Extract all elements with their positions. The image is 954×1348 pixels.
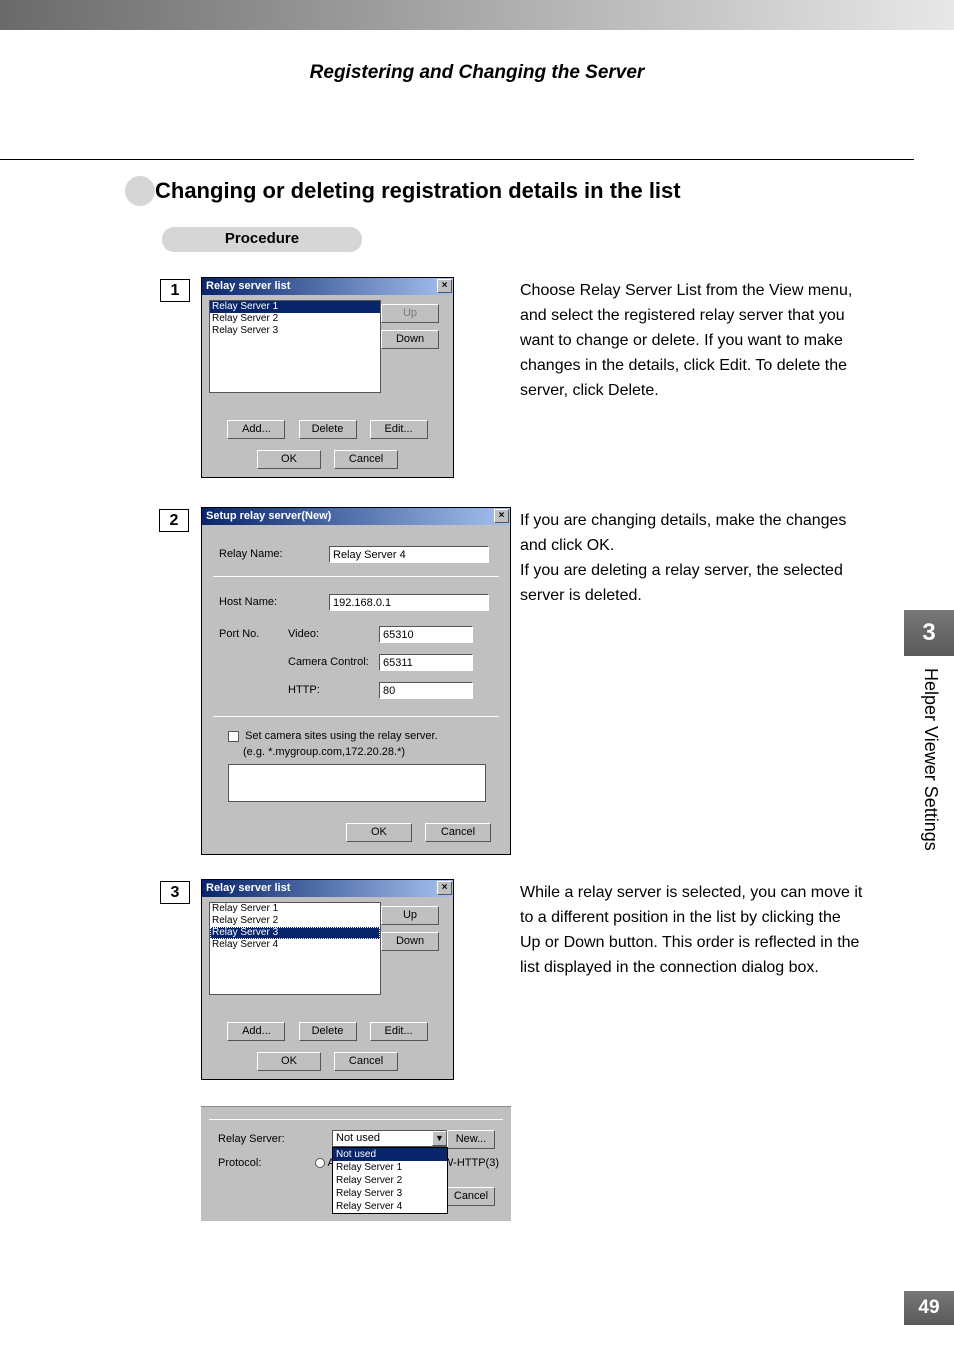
dropdown-option[interactable]: Relay Server 2 [333, 1174, 447, 1187]
down-button[interactable]: Down [381, 932, 439, 951]
dialog-title: Setup relay server(New) [206, 510, 331, 522]
list-item[interactable]: Relay Server 1 [210, 301, 380, 313]
add-button[interactable]: Add... [227, 1022, 285, 1041]
relay-server-selected: Not used [333, 1131, 447, 1145]
relay-server-list-dialog-1: Relay server list × Relay Server 1 Relay… [201, 277, 454, 478]
section-bullet [125, 176, 155, 206]
camera-port-label: Camera Control: [288, 656, 369, 668]
ok-button[interactable]: OK [346, 823, 412, 842]
chapter-number: 3 [904, 610, 954, 656]
list-item[interactable]: Relay Server 2 [210, 313, 380, 325]
camera-port-input[interactable] [379, 654, 473, 671]
camera-sites-listbox[interactable] [228, 764, 486, 802]
relay-server-dropdown-list[interactable]: Not used Relay Server 1 Relay Server 2 R… [332, 1147, 448, 1214]
auto-radio[interactable] [315, 1158, 325, 1168]
dropdown-option[interactable]: Not used [333, 1148, 447, 1161]
whp-protocol-label: W-HTTP(3) [443, 1157, 499, 1169]
chevron-down-icon[interactable]: ▼ [432, 1131, 447, 1146]
list-item[interactable]: Relay Server 1 [210, 903, 380, 915]
cancel-button[interactable]: Cancel [334, 450, 398, 469]
close-icon[interactable]: × [437, 881, 452, 895]
chapter-title: Helper Viewer Settings [904, 656, 954, 886]
list-item[interactable]: Relay Server 3 [210, 927, 380, 939]
ok-button[interactable]: OK [257, 450, 321, 469]
close-icon[interactable]: × [437, 279, 452, 293]
dropdown-option[interactable]: Relay Server 1 [333, 1161, 447, 1174]
running-header: Registering and Changing the Server [0, 62, 954, 84]
up-button[interactable]: Up [381, 906, 439, 925]
step1-text: Choose Relay Server List from the View m… [520, 278, 865, 403]
dropdown-option[interactable]: Relay Server 4 [333, 1200, 447, 1213]
list-item[interactable]: Relay Server 3 [210, 325, 380, 337]
port-no-label: Port No. [219, 628, 259, 640]
relay-name-input[interactable] [329, 546, 489, 563]
ok-button[interactable]: OK [257, 1052, 321, 1071]
section-heading: Changing or deleting registration detail… [155, 178, 681, 204]
set-camera-sites-label: Set camera sites using the relay server. [242, 730, 438, 742]
step3-text: While a relay server is selected, you ca… [520, 880, 865, 980]
dialog-title: Relay server list [206, 280, 290, 292]
dialog-titlebar: Relay server list × [202, 880, 453, 897]
new-button[interactable]: New... [447, 1130, 495, 1149]
host-name-label: Host Name: [219, 596, 277, 608]
cancel-button[interactable]: Cancel [334, 1052, 398, 1071]
step-number-2: 2 [159, 509, 189, 532]
protocol-label: Protocol: [218, 1157, 261, 1169]
dialog-titlebar: Relay server list × [202, 278, 453, 295]
page-number: 49 [904, 1291, 954, 1325]
list-item[interactable]: Relay Server 2 [210, 915, 380, 927]
up-button[interactable]: Up [381, 304, 439, 323]
dropdown-option[interactable]: Relay Server 3 [333, 1187, 447, 1200]
host-name-input[interactable] [329, 594, 489, 611]
step2-text-b: If you are deleting a relay server, the … [520, 562, 843, 604]
relay-server-list-dialog-2: Relay server list × Relay Server 1 Relay… [201, 879, 454, 1080]
edit-button[interactable]: Edit... [370, 420, 428, 439]
cancel-button[interactable]: Cancel [447, 1187, 495, 1206]
relay-server-listbox[interactable]: Relay Server 1 Relay Server 2 Relay Serv… [209, 300, 381, 393]
dialog-titlebar: Setup relay server(New) × [202, 508, 510, 525]
close-icon[interactable]: × [494, 509, 509, 523]
step2-text: If you are changing details, make the ch… [520, 508, 865, 608]
connection-dialog-snippet: Relay Server: Not used ▼ New... Not used… [201, 1106, 511, 1221]
step-number-1: 1 [160, 279, 190, 302]
relay-name-label: Relay Name: [219, 548, 283, 560]
set-camera-sites-checkbox[interactable] [228, 731, 239, 742]
header-rule [0, 159, 914, 160]
procedure-pill: Procedure [162, 227, 362, 252]
cancel-button[interactable]: Cancel [425, 823, 491, 842]
edit-button[interactable]: Edit... [370, 1022, 428, 1041]
relay-server-label: Relay Server: [218, 1133, 285, 1145]
http-port-input[interactable] [379, 682, 473, 699]
step2-text-a: If you are changing details, make the ch… [520, 512, 846, 554]
down-button[interactable]: Down [381, 330, 439, 349]
delete-button[interactable]: Delete [299, 420, 357, 439]
camera-sites-example: (e.g. *.mygroup.com,172.20.28.*) [243, 746, 405, 758]
http-port-label: HTTP: [288, 684, 320, 696]
list-item[interactable]: Relay Server 4 [210, 939, 380, 951]
video-port-input[interactable] [379, 626, 473, 643]
page-top-bar [0, 0, 954, 30]
dialog-title: Relay server list [206, 882, 290, 894]
video-port-label: Video: [288, 628, 319, 640]
relay-server-listbox[interactable]: Relay Server 1 Relay Server 2 Relay Serv… [209, 902, 381, 995]
relay-server-dropdown[interactable]: Not used ▼ [332, 1130, 448, 1147]
step-number-3: 3 [160, 881, 190, 904]
add-button[interactable]: Add... [227, 420, 285, 439]
delete-button[interactable]: Delete [299, 1022, 357, 1041]
chapter-side-tab: 3 Helper Viewer Settings [904, 610, 954, 1320]
setup-relay-server-dialog: Setup relay server(New) × Relay Name: Ho… [201, 507, 511, 855]
